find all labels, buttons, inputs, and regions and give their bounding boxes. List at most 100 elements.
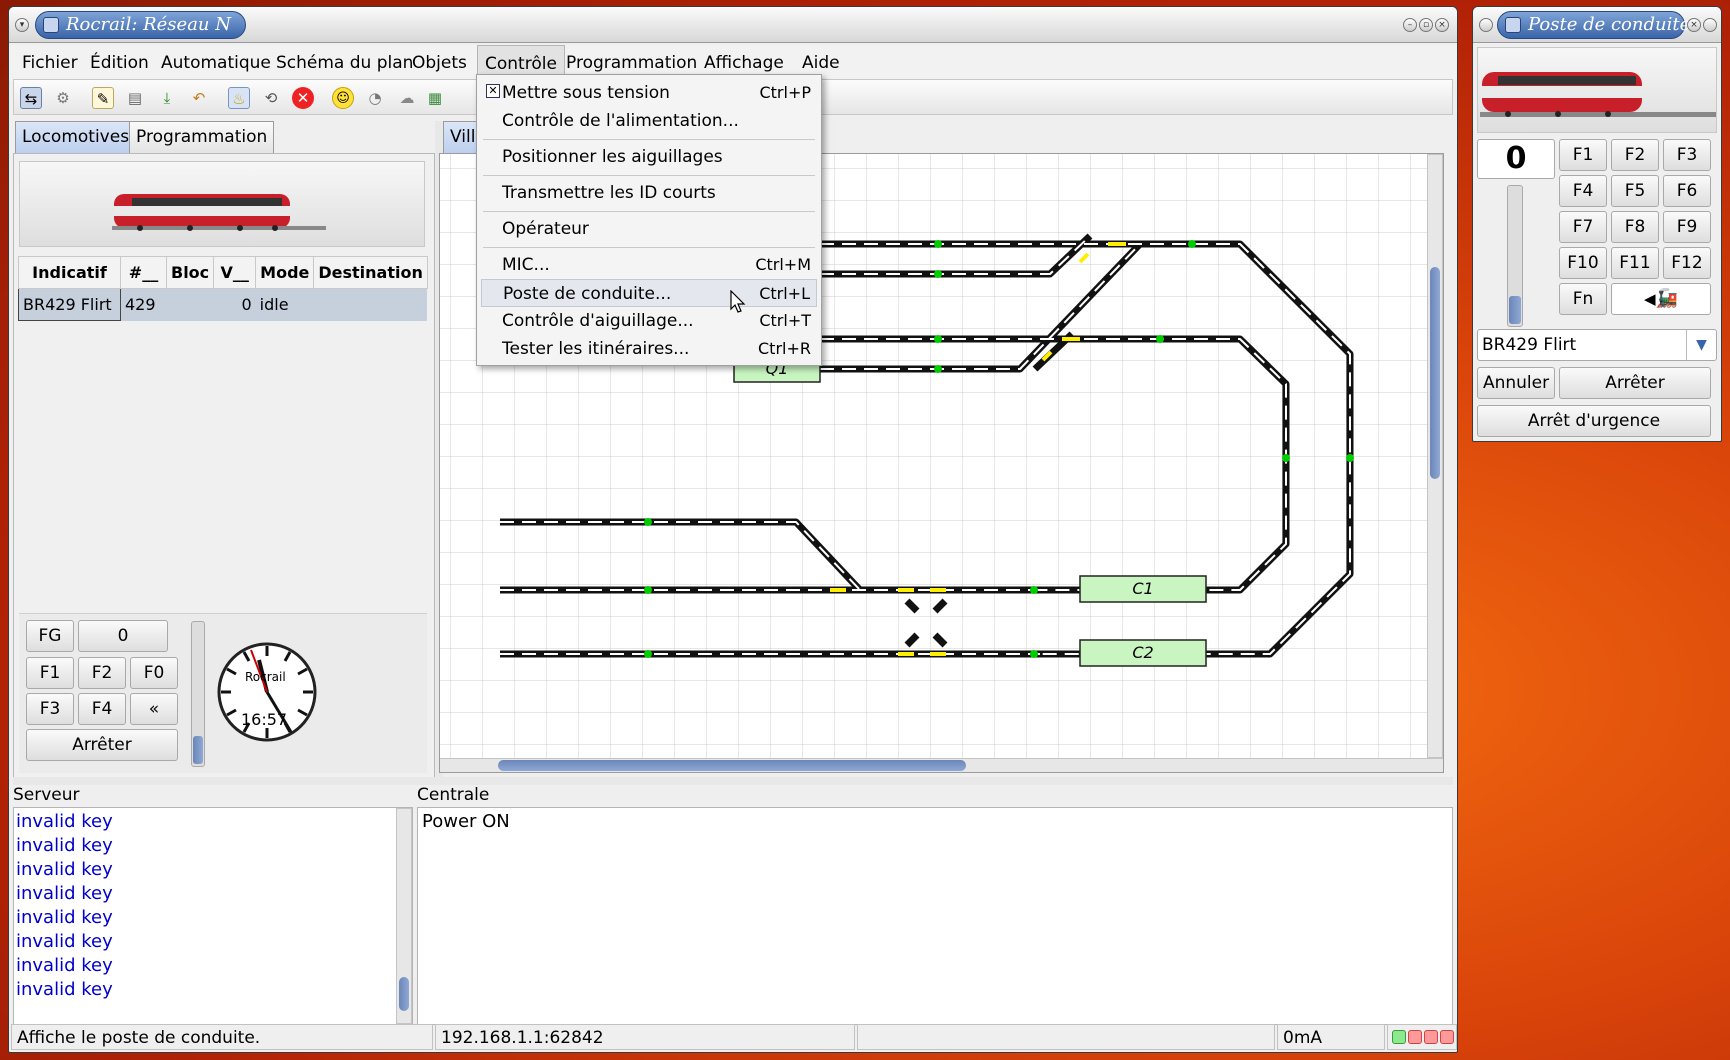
cab-emergency-stop-button[interactable]: Arrêt d'urgence	[1477, 405, 1711, 437]
col-bloc[interactable]: Bloc	[165, 256, 215, 289]
col-mode[interactable]: Mode	[255, 256, 315, 289]
connect-icon[interactable]: ⇆	[20, 87, 42, 109]
col-indicatif[interactable]: Indicatif	[18, 256, 121, 289]
cab-loco-select[interactable]: BR429 Flirt ▼	[1477, 329, 1717, 361]
cab-f3-button[interactable]: F3	[1663, 139, 1711, 171]
cab-f9-button[interactable]: F9	[1663, 211, 1711, 243]
cell-bloc	[166, 288, 214, 321]
status-address: 192.168.1.1:62842	[435, 1024, 855, 1050]
plan-vscroll-thumb[interactable]	[1430, 267, 1440, 479]
menu-item-accel: Ctrl+L	[759, 284, 810, 303]
cab-f6-button[interactable]: F6	[1663, 175, 1711, 207]
menu-item-operator[interactable]: Opérateur	[481, 215, 817, 243]
cab-f11-button[interactable]: F11	[1611, 247, 1659, 279]
menu-edition[interactable]: Édition	[83, 45, 156, 81]
cab-f12-button[interactable]: F12	[1663, 247, 1711, 279]
settings-icon[interactable]: ⚙	[52, 87, 74, 109]
menu-item-accel: Ctrl+P	[759, 83, 811, 102]
server-log-scroll-thumb[interactable]	[399, 977, 409, 1011]
menu-item-throttle[interactable]: Poste de conduite... Ctrl+L	[481, 279, 817, 307]
cab-cancel-button[interactable]: Annuler	[1477, 367, 1555, 399]
cab-f8-button[interactable]: F8	[1611, 211, 1659, 243]
server-log-scrollbar[interactable]	[396, 808, 412, 1024]
timer-icon[interactable]: ◔	[364, 87, 386, 109]
menu-item-power-control[interactable]: Contrôle de l'alimentation...	[481, 107, 817, 135]
menu-schema[interactable]: Schéma du plan	[269, 45, 420, 81]
mini-back-button[interactable]: «	[130, 693, 178, 725]
server-panel-title: Serveur	[13, 785, 80, 805]
cab-speed-slider-thumb[interactable]	[1509, 296, 1521, 324]
save-icon[interactable]: ⤓	[156, 87, 178, 109]
cab-f10-button[interactable]: F10	[1559, 247, 1607, 279]
block-c1[interactable]: C1	[1080, 576, 1206, 602]
menu-item-test-routes[interactable]: Tester les itinéraires... Ctrl+R	[481, 335, 817, 363]
chevron-down-icon[interactable]: ▼	[1686, 330, 1716, 360]
menu-automatique[interactable]: Automatique	[154, 45, 278, 81]
central-panel-title: Centrale	[417, 785, 490, 805]
cab-loco-image	[1477, 47, 1717, 133]
plan-vertical-scrollbar[interactable]	[1427, 154, 1443, 758]
menu-item-label: Contrôle d'aiguillage...	[502, 311, 694, 331]
power-bulb-icon[interactable]: ♨	[228, 87, 250, 109]
cab-f7-button[interactable]: F7	[1559, 211, 1607, 243]
plan-horizontal-scrollbar[interactable]	[440, 758, 1443, 772]
menu-item-switch-control[interactable]: Contrôle d'aiguillage... Ctrl+T	[481, 307, 817, 335]
mini-f3-button[interactable]: F3	[26, 693, 74, 725]
mini-stop-button[interactable]: Arrêter	[26, 729, 178, 761]
mini-speed-slider-thumb[interactable]	[193, 736, 203, 764]
central-panel: Power ON	[417, 807, 1453, 1025]
control-menu-dropdown: ✕ Mettre sous tension Ctrl+P Contrôle de…	[476, 74, 822, 366]
tab-programmation[interactable]: Programmation	[129, 121, 275, 153]
block-c2[interactable]: C2	[1080, 640, 1206, 666]
emergency-stop-icon[interactable]: ✕	[292, 87, 314, 109]
maximize-button[interactable]: ▫	[1419, 18, 1433, 32]
cab-fn-button[interactable]: Fn	[1559, 283, 1607, 315]
mini-f1-button[interactable]: F1	[26, 657, 74, 689]
close-button[interactable]: ×	[1435, 18, 1449, 32]
undo-icon[interactable]: ↶	[188, 87, 210, 109]
table-row[interactable]: BR429 Flirt 429 0 idle	[18, 288, 428, 321]
cab-f5-button[interactable]: F5	[1611, 175, 1659, 207]
cab-f4-button[interactable]: F4	[1559, 175, 1607, 207]
window-menu-button[interactable]: ▾	[15, 18, 29, 32]
log-line: invalid key	[16, 955, 113, 976]
new-file-icon[interactable]: ✎	[92, 87, 114, 109]
cloud-icon[interactable]: ☁	[396, 87, 418, 109]
mini-f4-button[interactable]: F4	[78, 693, 126, 725]
menu-item-power-on[interactable]: ✕ Mettre sous tension Ctrl+P	[481, 79, 817, 107]
menu-item-short-ids[interactable]: Transmettre les ID courts	[481, 179, 817, 207]
menu-item-mic[interactable]: MIC... Ctrl+M	[481, 251, 817, 279]
cab-window-menu-button[interactable]	[1479, 18, 1493, 32]
horizontal-splitter[interactable]	[13, 777, 1453, 785]
cab-titlebar[interactable]: Poste de conduite ×	[1473, 7, 1721, 43]
tab-locomotives[interactable]: Locomotives	[15, 121, 137, 153]
mini-f2-button[interactable]: F2	[78, 657, 126, 689]
mini-speed-slider[interactable]	[191, 621, 205, 767]
cab-direction-button[interactable]: ◀🚂	[1611, 283, 1711, 315]
minimize-button[interactable]: –	[1403, 18, 1417, 32]
menu-fichier[interactable]: Fichier	[15, 45, 85, 81]
cab-speed-slider[interactable]	[1507, 185, 1523, 327]
fg-button[interactable]: FG	[26, 620, 74, 652]
menu-objets[interactable]: Objets	[405, 45, 474, 81]
col-address[interactable]: #__	[120, 256, 167, 289]
open-folder-icon[interactable]: ▤	[124, 87, 146, 109]
mini-f0-button[interactable]: F0	[130, 657, 178, 689]
cab-stop-button[interactable]: Arrêter	[1559, 367, 1711, 399]
col-speed[interactable]: V__	[213, 256, 257, 289]
cell-dest	[313, 288, 428, 321]
menu-item-set-switches[interactable]: Positionner les aiguillages	[481, 143, 817, 171]
log-line: invalid key	[16, 931, 113, 952]
col-destination[interactable]: Destination	[313, 256, 428, 289]
cab-close-button[interactable]: ×	[1687, 18, 1701, 32]
grid-icon[interactable]: ▦	[424, 87, 446, 109]
menu-item-label: Poste de conduite...	[503, 284, 672, 304]
plan-hscroll-thumb[interactable]	[498, 760, 966, 771]
log-line: Power ON	[422, 811, 510, 832]
smiley-icon[interactable]: ☺	[332, 87, 354, 109]
cab-f1-button[interactable]: F1	[1559, 139, 1607, 171]
cab-f2-button[interactable]: F2	[1611, 139, 1659, 171]
main-titlebar[interactable]: ▾ Rocrail: Réseau N – ▫ ×	[9, 7, 1457, 43]
cab-shade-button[interactable]	[1703, 18, 1717, 32]
loop-icon[interactable]: ⟲	[260, 87, 282, 109]
